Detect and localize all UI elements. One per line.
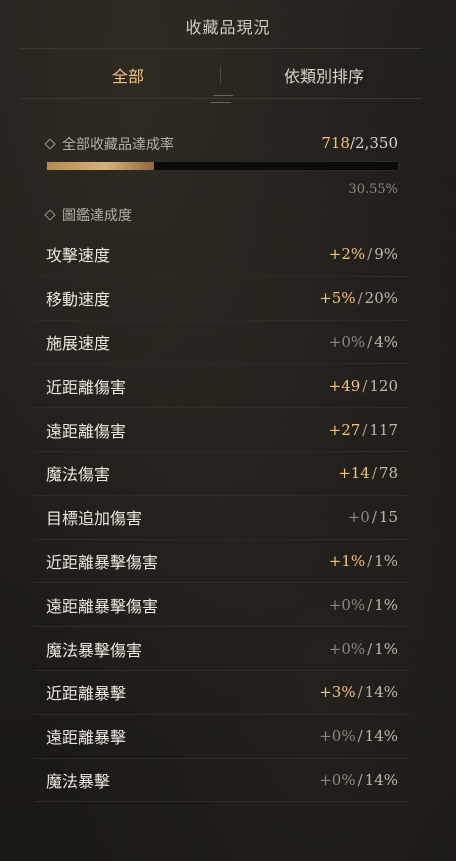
stat-value: +14/78: [338, 464, 398, 482]
stat-separator: /: [367, 332, 373, 351]
stat-row: 目標追加傷害 +0/15: [34, 496, 410, 540]
stat-max: 15: [378, 508, 398, 527]
stat-name: 施展速度: [46, 333, 111, 353]
stat-name: 遠距離傷害: [46, 421, 127, 441]
stat-separator: /: [357, 727, 363, 746]
stat-row: 攻擊速度 +2%/9%: [34, 233, 410, 277]
stat-max: 14%: [364, 683, 398, 702]
stat-separator: /: [367, 245, 373, 264]
stat-value: +0%/1%: [329, 640, 398, 658]
stat-name: 近距離傷害: [46, 377, 127, 397]
stat-value: +49/120: [329, 377, 398, 395]
collection-progress-bar: [46, 161, 399, 171]
stat-name: 近距離暴擊: [46, 684, 127, 704]
stat-name: 魔法傷害: [46, 465, 111, 485]
stat-separator: /: [362, 376, 368, 395]
stat-value: +1%/1%: [329, 552, 398, 570]
stat-name: 目標追加傷害: [46, 509, 143, 529]
stat-max: 117: [369, 420, 398, 439]
stat-current: +0%: [319, 770, 356, 789]
collection-rate-current: 718: [321, 134, 350, 152]
stat-name: 魔法暴擊: [46, 771, 111, 791]
stat-name: 魔法暴擊傷害: [46, 640, 143, 660]
stat-separator: /: [357, 683, 363, 702]
tab-bar: 全部 依類別排序: [30, 54, 422, 96]
collection-rate-percent: 30.55%: [348, 182, 398, 197]
collection-rate-label-text: 全部收藏品達成率: [62, 137, 174, 153]
stat-max: 78: [378, 464, 398, 483]
stat-current: +3%: [319, 683, 356, 702]
tab-all[interactable]: 全部: [30, 54, 226, 96]
stat-name: 近距離暴擊傷害: [46, 552, 159, 572]
stat-name: 移動速度: [46, 290, 111, 310]
stat-current: +0%: [328, 595, 366, 614]
stat-max: 1%: [374, 639, 398, 658]
title-divider: [20, 48, 422, 49]
tab-by-category[interactable]: 依類別排序: [226, 54, 422, 96]
stat-value: +0/15: [348, 508, 398, 526]
stat-value: +0%/14%: [319, 727, 398, 745]
stat-max: 9%: [374, 245, 398, 264]
stat-row: 遠距離暴擊 +0%/14%: [34, 715, 410, 759]
stat-current: +0%: [328, 639, 366, 658]
stat-value: +5%/20%: [319, 289, 398, 307]
stat-current: +5%: [319, 289, 356, 308]
stat-separator: /: [357, 289, 363, 308]
stat-separator: /: [367, 595, 373, 614]
stat-separator: /: [371, 508, 377, 527]
stat-current: +0%: [319, 727, 356, 746]
stat-list: 攻擊速度 +2%/9% 移動速度 +5%/20% 施展速度 +0%/4% 近距離傷害 +49/…: [34, 233, 410, 803]
stat-current: +1%: [328, 551, 366, 570]
codex-label: 圖鑑達成度: [44, 205, 132, 225]
stat-separator: /: [367, 639, 373, 658]
stat-current: +0: [347, 508, 370, 527]
stat-value: +27/117: [329, 421, 398, 439]
stat-current: +27: [328, 420, 361, 439]
stat-row: 近距離暴擊 +3%/14%: [34, 671, 410, 715]
stat-max: 120: [369, 376, 398, 395]
stat-row: 近距離傷害 +49/120: [34, 364, 410, 409]
stat-max: 20%: [364, 289, 398, 308]
stat-max: 1%: [374, 595, 398, 614]
stat-name: 攻擊速度: [46, 246, 111, 266]
codex-label-text: 圖鑑達成度: [62, 208, 132, 224]
stat-value: +0%/1%: [329, 596, 398, 614]
collection-rate-total: 2,350: [355, 134, 398, 152]
stat-current: +14: [338, 464, 370, 483]
stat-row: 魔法暴擊傷害 +0%/1%: [34, 627, 410, 671]
page-title: 收藏品現況: [185, 18, 271, 37]
stat-separator: /: [367, 551, 373, 570]
stat-value: +0%/4%: [329, 333, 398, 351]
stat-max: 1%: [374, 551, 398, 570]
collection-status-panel: 收藏品現況 全部 依類別排序 全部收藏品達成率 718/2,350 30.55%…: [0, 0, 456, 861]
stat-row: 遠距離傷害 +27/117: [34, 408, 410, 452]
stat-row: 遠距離暴擊傷害 +0%/1%: [34, 583, 410, 628]
stat-max: 14%: [364, 770, 398, 789]
ornament-icon: [210, 95, 234, 103]
stat-separator: /: [362, 420, 368, 439]
stat-separator: /: [371, 464, 377, 483]
stat-current: +49: [328, 376, 361, 395]
stat-max: 14%: [364, 727, 398, 746]
stat-row: 移動速度 +5%/20%: [34, 277, 410, 321]
stat-row: 施展速度 +0%/4%: [34, 321, 410, 365]
stat-current: +0%: [328, 332, 366, 351]
stat-value: +2%/9%: [329, 245, 398, 263]
diamond-bullet-icon: [44, 138, 56, 150]
stat-value: +0%/14%: [319, 771, 398, 789]
stat-value: +3%/14%: [319, 683, 398, 701]
tab-divider: [220, 66, 221, 84]
collection-rate-label: 全部收藏品達成率: [44, 134, 174, 154]
stat-name: 遠距離暴擊: [46, 728, 127, 748]
stat-separator: /: [357, 770, 363, 789]
stat-row: 魔法傷害 +14/78: [34, 452, 410, 496]
stat-row: 魔法暴擊 +0%/14%: [34, 759, 410, 803]
stat-row: 近距離暴擊傷害 +1%/1%: [34, 540, 410, 584]
stat-name: 遠距離暴擊傷害: [46, 596, 159, 616]
stat-max: 4%: [374, 332, 398, 351]
collection-rate-value: 718/2,350: [321, 134, 398, 152]
collection-progress-fill: [47, 162, 155, 170]
stat-current: +2%: [328, 245, 366, 264]
diamond-bullet-icon: [44, 209, 56, 221]
